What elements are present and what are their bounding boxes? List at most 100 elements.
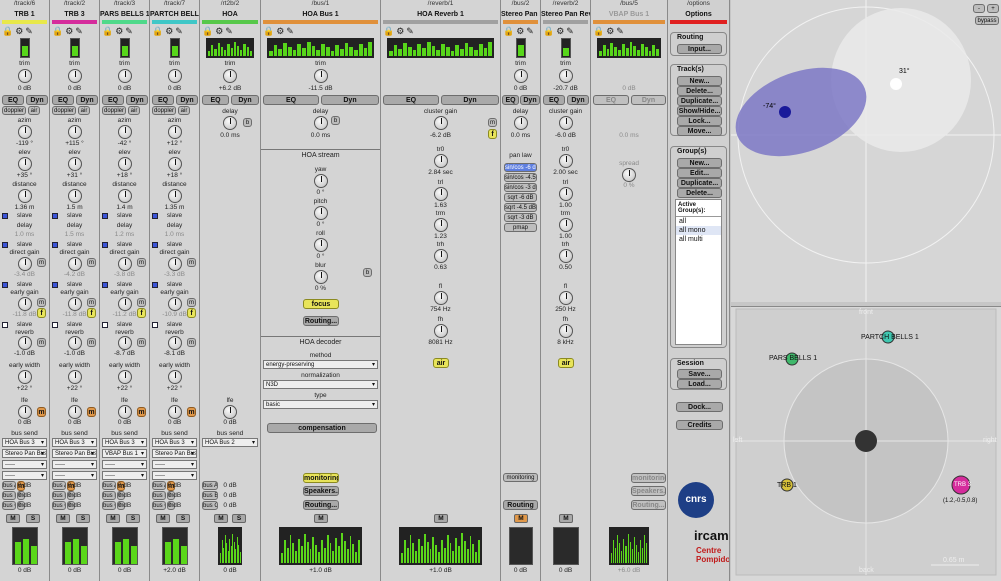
- track-2-reverb-knob[interactable]: [67, 336, 82, 350]
- track-1-solo-button[interactable]: S: [26, 514, 40, 523]
- track-3-early-m-button[interactable]: m: [137, 298, 146, 307]
- hoa-reverb-1-air-button[interactable]: air: [433, 358, 449, 368]
- track-2-output-fader[interactable]: [62, 527, 88, 565]
- session-save-button[interactable]: Save...: [677, 369, 722, 379]
- vbap-bus-routing-button[interactable]: Routing...: [631, 500, 666, 510]
- track-show-hide-button[interactable]: Show/Hide...: [677, 106, 722, 116]
- track-delete-button[interactable]: Delete...: [677, 86, 722, 96]
- hoa-bus-1-trim-knob[interactable]: [313, 69, 328, 83]
- track-3-distance-knob[interactable]: [117, 189, 132, 203]
- stereo-pan-bus-dyn-button[interactable]: Dyn: [520, 95, 540, 105]
- track-3-bus-select-1[interactable]: HOA Bus 3: [102, 438, 147, 447]
- track-3-early-gain-knob[interactable]: [117, 297, 132, 311]
- hoa-bus-1-mute-button[interactable]: M: [314, 514, 328, 523]
- hoa-bus-1-compensation-button[interactable]: compensation: [267, 423, 377, 433]
- track-3-dyn-button[interactable]: Dyn: [126, 95, 148, 105]
- track-1-bus-select-4[interactable]: -----: [2, 471, 47, 480]
- stereo-reverb-trl-knob[interactable]: [558, 187, 573, 201]
- stereo-reverb-toolbar-icons[interactable]: 🔒⚙✎: [543, 26, 576, 38]
- track-2-lfe-m-button[interactable]: m: [87, 407, 96, 417]
- hoa-reverb-1-trm-knob[interactable]: [433, 218, 448, 232]
- track-3-output-fader[interactable]: [112, 527, 138, 565]
- hoa-reverb-1-cgain-knob[interactable]: [433, 116, 448, 130]
- hoa-dyn-button[interactable]: Dyn: [231, 95, 259, 105]
- vbap-bus-speakers-button[interactable]: Speakers...: [631, 486, 666, 496]
- track-3-early-width-knob[interactable]: [117, 370, 132, 384]
- track-2-early-m-button[interactable]: m: [87, 298, 96, 307]
- stereo-reverb-output-fader[interactable]: [553, 527, 579, 565]
- track-4-trim-knob[interactable]: [167, 69, 182, 83]
- stereo-reverb-trh-knob[interactable]: [558, 249, 573, 263]
- track-3-lfe-knob[interactable]: [117, 405, 132, 419]
- track-2-mute-button[interactable]: M: [56, 514, 70, 523]
- source-display-room[interactable]: front back left right 0.65 m PARS BELLS …: [731, 306, 1001, 581]
- track-1-reverb-m-button[interactable]: m: [37, 338, 46, 347]
- stereo-reverb-air-button[interactable]: air: [558, 358, 574, 368]
- hoa-bus-select[interactable]: HOA Bus 2: [202, 438, 258, 447]
- zoom-out-button[interactable]: -: [973, 4, 985, 13]
- track-4-reverb-knob[interactable]: [167, 336, 182, 350]
- track-3-bus-select-2[interactable]: VBAP Bus 1: [102, 449, 147, 458]
- hoa-bus-1-toolbar-icons[interactable]: 🔒⚙✎: [263, 26, 296, 38]
- track-2-solo-button[interactable]: S: [76, 514, 90, 523]
- track-2-early-gain-knob[interactable]: [67, 297, 82, 311]
- group-item[interactable]: all mono: [676, 226, 721, 235]
- track-3-direct-m-button[interactable]: m: [137, 258, 146, 267]
- stereo-reverb-fh-knob[interactable]: [558, 324, 573, 338]
- track-1-early-m-button[interactable]: m: [37, 298, 46, 307]
- hoa-lfe-knob[interactable]: [223, 405, 237, 419]
- track-1-early-f-button[interactable]: f: [37, 308, 46, 318]
- track-1-eq-button[interactable]: EQ: [2, 95, 24, 105]
- track-1-dyn-button[interactable]: Dyn: [26, 95, 48, 105]
- hoa-bus-1-dyn-button[interactable]: Dyn: [321, 95, 379, 105]
- hoa-solo-button[interactable]: S: [232, 514, 246, 523]
- zoom-in-button[interactable]: +: [987, 4, 999, 13]
- track-2-direct-gain-knob[interactable]: [67, 257, 82, 271]
- hoa-reverb-1-eq-button[interactable]: EQ: [383, 95, 439, 105]
- track-1-direct-gain-knob[interactable]: [17, 257, 32, 271]
- hoa-bus-1-eq-button[interactable]: EQ: [263, 95, 319, 105]
- track-new-button[interactable]: New...: [677, 76, 722, 86]
- stereo-pan-bus-eq-button[interactable]: EQ: [502, 95, 519, 105]
- vbap-bus-eq-button[interactable]: EQ: [593, 95, 629, 105]
- panlaw-option-7[interactable]: pmap: [504, 223, 537, 232]
- dock-button[interactable]: Dock...: [676, 402, 723, 412]
- track-1-toolbar-icons[interactable]: 🔒⚙✎: [2, 26, 35, 38]
- hoa-reverb-1-mute-button[interactable]: M: [434, 514, 448, 523]
- stereo-pan-bus-mute-button[interactable]: M: [514, 514, 528, 523]
- session-load-button[interactable]: Load...: [677, 379, 722, 389]
- track-4-direct-gain-knob[interactable]: [167, 257, 182, 271]
- hoa-bus-1-pitch-knob[interactable]: [313, 206, 328, 220]
- hoa-reverb-1-cgain-f[interactable]: f: [488, 129, 497, 139]
- track-2-elev-knob[interactable]: [67, 157, 82, 171]
- credits-button[interactable]: Credits: [676, 420, 723, 430]
- group-item[interactable]: all multi: [676, 235, 721, 244]
- track-4-output-fader[interactable]: [162, 527, 188, 565]
- hoa-reverb-1-toolbar-icons[interactable]: 🔒⚙✎: [383, 26, 416, 38]
- track-4-mute-button[interactable]: M: [156, 514, 170, 523]
- track-1-early-gain-knob[interactable]: [17, 297, 32, 311]
- hoa-eq-button[interactable]: EQ: [202, 95, 229, 105]
- group-new-button[interactable]: New...: [677, 158, 722, 168]
- hoa-toolbar-icons[interactable]: 🔒⚙✎: [202, 26, 235, 38]
- track-3-air-button[interactable]: air: [128, 106, 140, 115]
- track-2-reverb-m-button[interactable]: m: [87, 338, 96, 347]
- track-3-bus-select-3[interactable]: -----: [102, 460, 147, 469]
- track-4-reverb-m-button[interactable]: m: [187, 338, 196, 347]
- track-1-air-button[interactable]: air: [28, 106, 40, 115]
- track-4-eq-button[interactable]: EQ: [152, 95, 174, 105]
- hoa-bus-1-blur-knob[interactable]: [313, 270, 328, 284]
- track-2-toolbar-icons[interactable]: 🔒⚙✎: [52, 26, 85, 38]
- track-2-bus-select-3[interactable]: -----: [52, 460, 97, 469]
- stereo-pan-bus-trim-knob[interactable]: [513, 69, 528, 83]
- panlaw-option-5[interactable]: sqrt -4.5 dB: [504, 203, 537, 212]
- hoa-reverb-1-trl-knob[interactable]: [433, 187, 448, 201]
- hoa-bus-1-blur-b[interactable]: b: [363, 268, 372, 277]
- track-4-azim-knob[interactable]: [167, 125, 182, 139]
- hoa-bus-1-delay-b[interactable]: b: [331, 116, 340, 125]
- track-2-doppler-button[interactable]: doppler: [52, 106, 76, 115]
- track-2-air-button[interactable]: air: [78, 106, 90, 115]
- bypass-button[interactable]: bypass: [975, 16, 999, 25]
- vbap-bus-monitoring-button[interactable]: monitoring: [631, 473, 666, 483]
- track-2-trim-knob[interactable]: [67, 69, 82, 83]
